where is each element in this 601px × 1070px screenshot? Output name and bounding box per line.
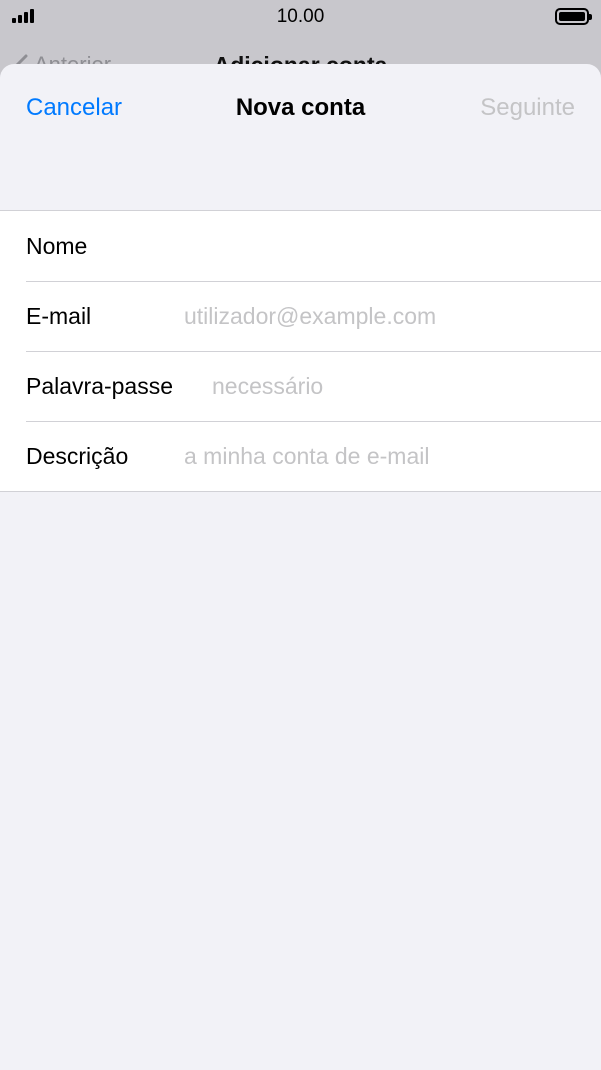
status-bar: 10.00 xyxy=(0,0,601,34)
email-field[interactable] xyxy=(184,281,581,351)
name-label: Nome xyxy=(26,232,88,259)
password-field[interactable] xyxy=(212,351,581,421)
description-row: Descrição xyxy=(0,421,601,491)
description-label: Descrição xyxy=(26,442,129,469)
next-button[interactable]: Seguinte xyxy=(480,94,575,122)
battery-full-icon xyxy=(555,8,592,25)
email-label: E-mail xyxy=(26,302,92,329)
name-field[interactable] xyxy=(184,211,581,281)
cancel-button[interactable]: Cancelar xyxy=(26,94,122,122)
sheet-header: Cancelar Nova conta Seguinte xyxy=(0,64,601,154)
name-row: Nome xyxy=(0,211,601,281)
status-time: 10.00 xyxy=(276,6,325,27)
description-field[interactable] xyxy=(184,421,581,491)
new-account-sheet: Cancelar Nova conta Seguinte Nome E-mail… xyxy=(0,64,601,1070)
email-row: E-mail xyxy=(0,281,601,351)
password-row: Palavra-passe xyxy=(0,351,601,421)
password-label: Palavra-passe xyxy=(26,372,174,399)
account-form: Nome E-mail Palavra-passe Descrição xyxy=(0,210,601,492)
